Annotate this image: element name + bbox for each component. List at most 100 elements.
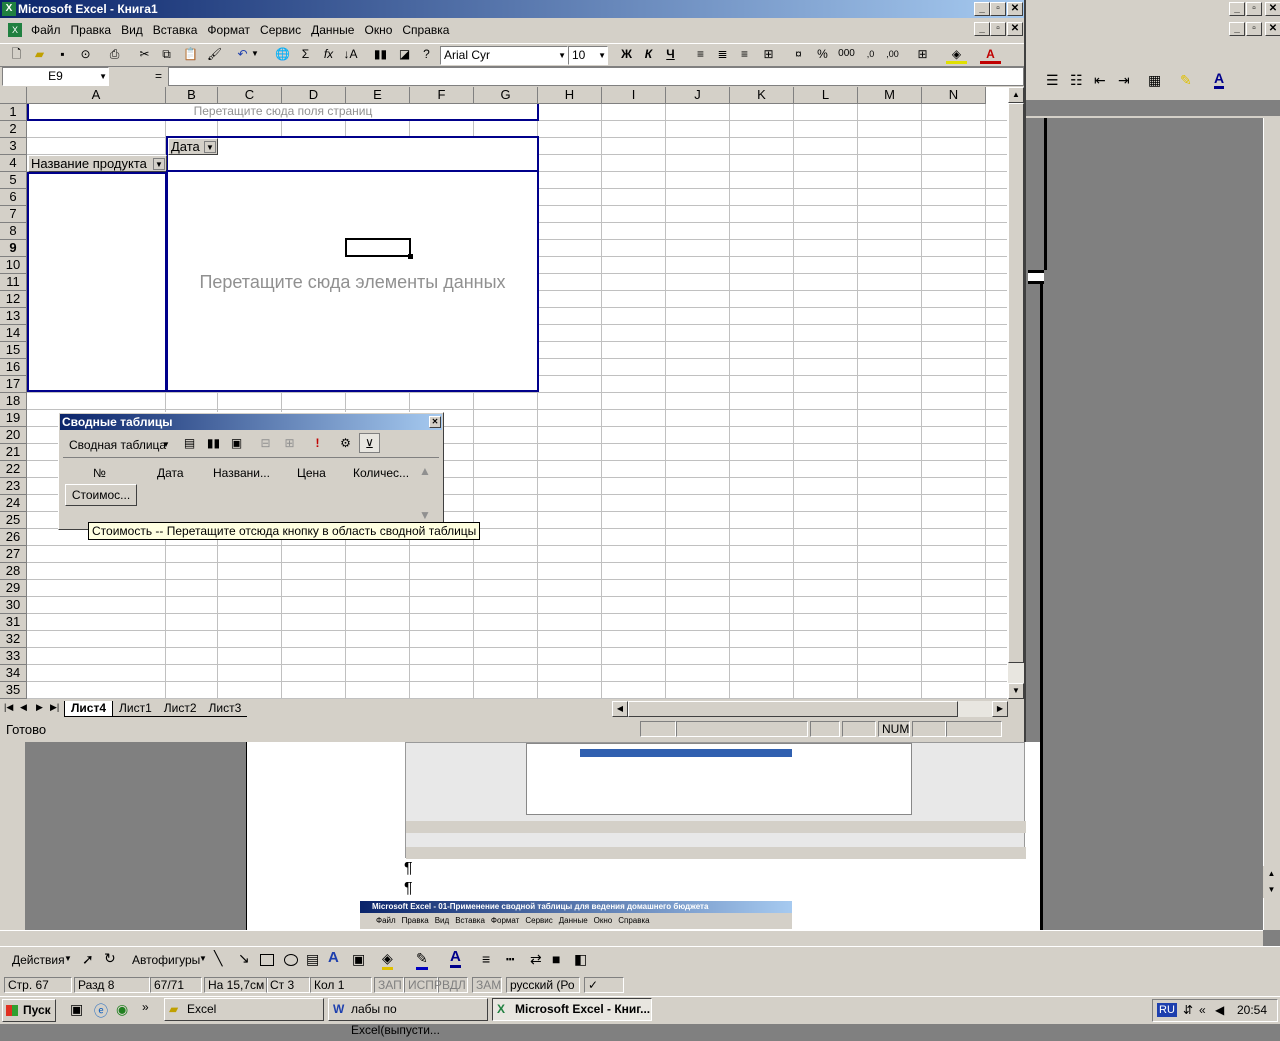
hscroll-thumb[interactable] [628,701,958,717]
column-header-I[interactable]: I [602,87,666,104]
word-vscroll[interactable] [1263,118,1280,930]
row-header-24[interactable]: 24 [0,495,27,512]
row-header-17[interactable]: 17 [0,376,27,393]
line-color-icon[interactable]: ✎ [416,950,428,970]
pivot-data-area[interactable]: Перетащите сюда элементы данных [166,170,539,392]
open-icon[interactable]: ▰ [29,44,50,64]
chart-wizard-icon[interactable]: ▮▮ [370,44,391,64]
quicklaunch-outlook-icon[interactable]: ◉ [116,1001,128,1018]
currency-icon[interactable]: ¤ [788,44,809,64]
word-vscroll-btn-up[interactable]: ▲ [1263,866,1280,882]
menu-file[interactable]: Файл [26,20,66,40]
thousands-icon[interactable]: 000 [836,44,857,64]
font-name-select[interactable]: Arial Cyr ▼ [440,46,568,65]
select-all-corner[interactable] [0,87,27,104]
italic-icon[interactable]: К [638,44,659,64]
row-header-4[interactable]: 4 [0,155,27,172]
field-date[interactable]: Дата [157,466,184,480]
row-header-27[interactable]: 27 [0,546,27,563]
row-header-32[interactable]: 32 [0,631,27,648]
row-header-34[interactable]: 34 [0,665,27,682]
word-minimize-button[interactable]: _ [1229,2,1245,16]
font-color-icon-xl[interactable]: A [980,44,1001,64]
tab-sheet1[interactable]: Лист1 [113,701,158,717]
doc-icon[interactable]: X [8,23,22,37]
lang-indicator[interactable]: RU [1157,1003,1177,1017]
field-cost-button[interactable]: Стоимос... [65,484,137,506]
row-header-1[interactable]: 1 [0,104,27,121]
quicklaunch-more-icon[interactable]: » [142,1000,149,1014]
tab-sheet2[interactable]: Лист2 [157,701,203,717]
wordart-icon[interactable]: A [328,949,339,966]
oval-icon[interactable] [284,954,298,966]
menu-format[interactable]: Формат [202,20,255,40]
shadow-icon[interactable]: ■ [552,951,560,967]
textbox-icon[interactable]: ▤ [306,951,319,968]
new-icon[interactable]: 🗋 [6,44,27,64]
font-color-icon[interactable]: A [1214,70,1225,89]
refresh-icon[interactable]: ! [307,433,328,453]
row-header-14[interactable]: 14 [0,325,27,342]
vscroll-thumb[interactable] [1008,103,1024,663]
tray-network-icon[interactable]: ⇵ [1183,1003,1193,1017]
row-header-29[interactable]: 29 [0,580,27,597]
save-icon[interactable]: ▪ [52,44,73,64]
column-header-N[interactable]: N [922,87,986,104]
percent-icon[interactable]: % [812,44,833,64]
arrow-icon[interactable]: ↘ [238,950,250,967]
word-doc-minimize-button[interactable]: _ [1229,22,1245,36]
highlight-icon[interactable]: ✎ [1180,72,1192,89]
row-header-16[interactable]: 16 [0,359,27,376]
excel-vscroll[interactable]: ▲ ▼ [1008,87,1024,699]
column-header-F[interactable]: F [410,87,474,104]
row-header-25[interactable]: 25 [0,512,27,529]
fill-color-icon[interactable]: ◈ [382,950,393,970]
pivot-field-date[interactable]: Дата ▼ [168,138,218,155]
formula-input[interactable] [168,67,1024,86]
doc-restore-button[interactable]: ▫ [990,22,1006,36]
word-doc-restore-button[interactable]: ▫ [1246,22,1262,36]
3d-icon[interactable]: ◧ [574,951,587,968]
column-header-M[interactable]: M [858,87,922,104]
rectangle-icon[interactable] [260,954,274,966]
product-dropdown-icon[interactable]: ▼ [153,158,165,170]
tab-first-icon[interactable]: |◀ [4,702,13,713]
row-header-7[interactable]: 7 [0,206,27,223]
column-header-K[interactable]: K [730,87,794,104]
row-header-22[interactable]: 22 [0,461,27,478]
doc-minimize-button[interactable]: _ [974,22,990,36]
row-header-12[interactable]: 12 [0,291,27,308]
menu-insert[interactable]: Вставка [148,20,203,40]
word-restore-button[interactable]: ▫ [1246,2,1262,16]
align-left-icon[interactable]: ≡ [690,44,711,64]
row-header-23[interactable]: 23 [0,478,27,495]
border-icon[interactable]: ▦ [1148,72,1161,89]
hscroll-right-button[interactable]: ▶ [992,701,1008,717]
word-vscroll-btn-down[interactable]: ▼ [1263,882,1280,898]
free-rotate-icon[interactable]: ↻ [104,950,116,967]
word-close-button[interactable]: ✕ [1265,2,1280,16]
indent-icon[interactable]: ⇥ [1118,72,1130,89]
permission-icon[interactable]: ⊙ [75,44,96,64]
tray-chevron-icon[interactable]: « [1199,1003,1206,1017]
menu-edit[interactable]: Правка [66,20,117,40]
start-button[interactable]: Пуск [2,999,56,1022]
column-header-G[interactable]: G [474,87,538,104]
row-header-33[interactable]: 33 [0,648,27,665]
row-header-6[interactable]: 6 [0,189,27,206]
format-painter-icon[interactable]: 🖌 [204,44,225,64]
column-header-J[interactable]: J [666,87,730,104]
sort-icon[interactable]: ↓A [340,44,361,64]
row-header-20[interactable]: 20 [0,427,27,444]
autoshapes-menu[interactable]: Автофигуры [132,953,200,967]
autosum-icon[interactable]: Σ [295,44,316,64]
field-qty[interactable]: Количес... [353,466,409,480]
tab-next-icon[interactable]: ▶ [36,702,43,713]
tab-sheet3[interactable]: Лист3 [202,701,248,717]
menu-window[interactable]: Окно [359,20,397,40]
restore-button[interactable]: ▫ [990,2,1006,16]
column-header-A[interactable]: A [27,87,166,104]
field-scroll-up-icon[interactable]: ▲ [419,464,431,478]
print-icon[interactable]: ⎙ [104,44,125,64]
quicklaunch-ie-icon[interactable]: ⓔ [94,1001,108,1021]
